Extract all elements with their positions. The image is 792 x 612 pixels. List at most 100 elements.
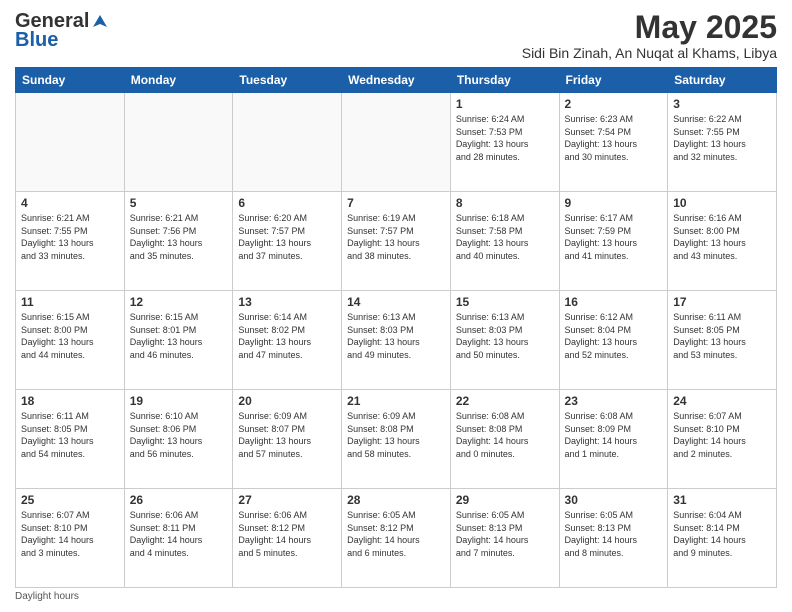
day-number: 19 bbox=[130, 394, 228, 408]
day-info: Sunrise: 6:20 AM Sunset: 7:57 PM Dayligh… bbox=[238, 212, 336, 262]
day-info: Sunrise: 6:15 AM Sunset: 8:01 PM Dayligh… bbox=[130, 311, 228, 361]
day-number: 4 bbox=[21, 196, 119, 210]
day-number: 26 bbox=[130, 493, 228, 507]
day-info: Sunrise: 6:11 AM Sunset: 8:05 PM Dayligh… bbox=[673, 311, 771, 361]
calendar-subtitle: Sidi Bin Zinah, An Nuqat al Khams, Libya bbox=[522, 45, 777, 61]
column-header-saturday: Saturday bbox=[668, 68, 777, 93]
calendar-cell bbox=[233, 93, 342, 192]
calendar-cell: 1 Sunrise: 6:24 AM Sunset: 7:53 PM Daylig… bbox=[450, 93, 559, 192]
calendar-cell: 22Sunrise: 6:08 AM Sunset: 8:08 PM Dayli… bbox=[450, 390, 559, 489]
day-number: 29 bbox=[456, 493, 554, 507]
calendar-cell: 20 Sunrise: 6:09 AM Sunset: 8:07 PM Dayli… bbox=[233, 390, 342, 489]
day-number: 1 bbox=[456, 97, 554, 111]
calendar-cell: 27Sunrise: 6:06 AM Sunset: 8:12 PM Dayli… bbox=[233, 489, 342, 588]
day-number: 8 bbox=[456, 196, 554, 210]
day-info: Sunrise: 6:18 AM Sunset: 7:58 PM Dayligh… bbox=[456, 212, 554, 262]
calendar-cell: 31 Sunrise: 6:04 AM Sunset: 8:14 PM Dayli… bbox=[668, 489, 777, 588]
calendar-cell: 16Sunrise: 6:12 AM Sunset: 8:04 PM Dayli… bbox=[559, 291, 668, 390]
column-header-friday: Friday bbox=[559, 68, 668, 93]
calendar-cell: 28Sunrise: 6:05 AM Sunset: 8:12 PM Dayli… bbox=[342, 489, 451, 588]
calendar-cell: 8 Sunrise: 6:18 AM Sunset: 7:58 PM Daylig… bbox=[450, 192, 559, 291]
calendar-cell: 30 Sunrise: 6:05 AM Sunset: 8:13 PM Dayli… bbox=[559, 489, 668, 588]
calendar-cell: 2 Sunrise: 6:23 AM Sunset: 7:54 PM Daylig… bbox=[559, 93, 668, 192]
day-info: Sunrise: 6:24 AM Sunset: 7:53 PM Dayligh… bbox=[456, 113, 554, 163]
column-header-tuesday: Tuesday bbox=[233, 68, 342, 93]
day-info: Sunrise: 6:17 AM Sunset: 7:59 PM Dayligh… bbox=[565, 212, 663, 262]
calendar-cell: 10 Sunrise: 6:16 AM Sunset: 8:00 PM Dayli… bbox=[668, 192, 777, 291]
day-info: Sunrise: 6:13 AM Sunset: 8:03 PM Dayligh… bbox=[347, 311, 445, 361]
calendar-cell: 14Sunrise: 6:13 AM Sunset: 8:03 PM Dayli… bbox=[342, 291, 451, 390]
day-number: 18 bbox=[21, 394, 119, 408]
calendar-cell bbox=[124, 93, 233, 192]
calendar-cell: 11Sunrise: 6:15 AM Sunset: 8:00 PM Dayli… bbox=[16, 291, 125, 390]
calendar-cell: 9Sunrise: 6:17 AM Sunset: 7:59 PM Daylig… bbox=[559, 192, 668, 291]
day-number: 5 bbox=[130, 196, 228, 210]
day-number: 25 bbox=[21, 493, 119, 507]
calendar-cell: 25 Sunrise: 6:07 AM Sunset: 8:10 PM Dayli… bbox=[16, 489, 125, 588]
day-info: Sunrise: 6:14 AM Sunset: 8:02 PM Dayligh… bbox=[238, 311, 336, 361]
column-header-monday: Monday bbox=[124, 68, 233, 93]
calendar-cell: 21Sunrise: 6:09 AM Sunset: 8:08 PM Dayli… bbox=[342, 390, 451, 489]
day-number: 2 bbox=[565, 97, 663, 111]
day-info: Sunrise: 6:09 AM Sunset: 8:07 PM Dayligh… bbox=[238, 410, 336, 460]
day-info: Sunrise: 6:04 AM Sunset: 8:14 PM Dayligh… bbox=[673, 509, 771, 559]
day-info: Sunrise: 6:22 AM Sunset: 7:55 PM Dayligh… bbox=[673, 113, 771, 163]
column-header-sunday: Sunday bbox=[16, 68, 125, 93]
day-number: 15 bbox=[456, 295, 554, 309]
calendar-cell bbox=[16, 93, 125, 192]
calendar-cell bbox=[342, 93, 451, 192]
day-info: Sunrise: 6:19 AM Sunset: 7:57 PM Dayligh… bbox=[347, 212, 445, 262]
calendar-cell: 23 Sunrise: 6:08 AM Sunset: 8:09 PM Dayli… bbox=[559, 390, 668, 489]
day-number: 10 bbox=[673, 196, 771, 210]
calendar-cell: 29Sunrise: 6:05 AM Sunset: 8:13 PM Dayli… bbox=[450, 489, 559, 588]
calendar-cell: 13 Sunrise: 6:14 AM Sunset: 8:02 PM Dayli… bbox=[233, 291, 342, 390]
week-row-5: 25 Sunrise: 6:07 AM Sunset: 8:10 PM Dayli… bbox=[16, 489, 777, 588]
logo: General Blue bbox=[15, 10, 109, 52]
day-info: Sunrise: 6:16 AM Sunset: 8:00 PM Dayligh… bbox=[673, 212, 771, 262]
calendar-cell: 17Sunrise: 6:11 AM Sunset: 8:05 PM Dayli… bbox=[668, 291, 777, 390]
day-number: 22 bbox=[456, 394, 554, 408]
day-info: Sunrise: 6:05 AM Sunset: 8:13 PM Dayligh… bbox=[565, 509, 663, 559]
day-info: Sunrise: 6:10 AM Sunset: 8:06 PM Dayligh… bbox=[130, 410, 228, 460]
day-info: Sunrise: 6:07 AM Sunset: 8:10 PM Dayligh… bbox=[21, 509, 119, 559]
day-info: Sunrise: 6:15 AM Sunset: 8:00 PM Dayligh… bbox=[21, 311, 119, 361]
calendar-title: May 2025 bbox=[522, 10, 777, 45]
calendar-cell: 26 Sunrise: 6:06 AM Sunset: 8:11 PM Dayli… bbox=[124, 489, 233, 588]
day-number: 3 bbox=[673, 97, 771, 111]
calendar-cell: 5 Sunrise: 6:21 AM Sunset: 7:56 PM Daylig… bbox=[124, 192, 233, 291]
day-number: 31 bbox=[673, 493, 771, 507]
day-number: 28 bbox=[347, 493, 445, 507]
day-number: 20 bbox=[238, 394, 336, 408]
page: General Blue May 2025 Sidi Bin Zinah, An… bbox=[0, 0, 792, 612]
day-info: Sunrise: 6:08 AM Sunset: 8:09 PM Dayligh… bbox=[565, 410, 663, 460]
header-row: SundayMondayTuesdayWednesdayThursdayFrid… bbox=[16, 68, 777, 93]
day-info: Sunrise: 6:11 AM Sunset: 8:05 PM Dayligh… bbox=[21, 410, 119, 460]
day-number: 27 bbox=[238, 493, 336, 507]
week-row-2: 4 Sunrise: 6:21 AM Sunset: 7:55 PM Daylig… bbox=[16, 192, 777, 291]
calendar-cell: 24Sunrise: 6:07 AM Sunset: 8:10 PM Dayli… bbox=[668, 390, 777, 489]
day-number: 13 bbox=[238, 295, 336, 309]
calendar-cell: 15 Sunrise: 6:13 AM Sunset: 8:03 PM Dayli… bbox=[450, 291, 559, 390]
calendar-table: SundayMondayTuesdayWednesdayThursdayFrid… bbox=[15, 67, 777, 588]
week-row-4: 18 Sunrise: 6:11 AM Sunset: 8:05 PM Dayli… bbox=[16, 390, 777, 489]
day-number: 6 bbox=[238, 196, 336, 210]
column-header-wednesday: Wednesday bbox=[342, 68, 451, 93]
calendar-cell: 19 Sunrise: 6:10 AM Sunset: 8:06 PM Dayli… bbox=[124, 390, 233, 489]
day-info: Sunrise: 6:13 AM Sunset: 8:03 PM Dayligh… bbox=[456, 311, 554, 361]
day-info: Sunrise: 6:21 AM Sunset: 7:55 PM Dayligh… bbox=[21, 212, 119, 262]
column-header-thursday: Thursday bbox=[450, 68, 559, 93]
calendar-cell: 3 Sunrise: 6:22 AM Sunset: 7:55 PM Daylig… bbox=[668, 93, 777, 192]
day-number: 24 bbox=[673, 394, 771, 408]
footer-note: Daylight hours bbox=[15, 591, 777, 602]
title-block: May 2025 Sidi Bin Zinah, An Nuqat al Kha… bbox=[522, 10, 777, 61]
logo-icon bbox=[91, 13, 109, 31]
day-info: Sunrise: 6:23 AM Sunset: 7:54 PM Dayligh… bbox=[565, 113, 663, 163]
calendar-cell: 4 Sunrise: 6:21 AM Sunset: 7:55 PM Daylig… bbox=[16, 192, 125, 291]
day-info: Sunrise: 6:21 AM Sunset: 7:56 PM Dayligh… bbox=[130, 212, 228, 262]
day-info: Sunrise: 6:06 AM Sunset: 8:11 PM Dayligh… bbox=[130, 509, 228, 559]
day-info: Sunrise: 6:09 AM Sunset: 8:08 PM Dayligh… bbox=[347, 410, 445, 460]
day-number: 16 bbox=[565, 295, 663, 309]
day-number: 23 bbox=[565, 394, 663, 408]
calendar-cell: 7Sunrise: 6:19 AM Sunset: 7:57 PM Daylig… bbox=[342, 192, 451, 291]
day-number: 30 bbox=[565, 493, 663, 507]
